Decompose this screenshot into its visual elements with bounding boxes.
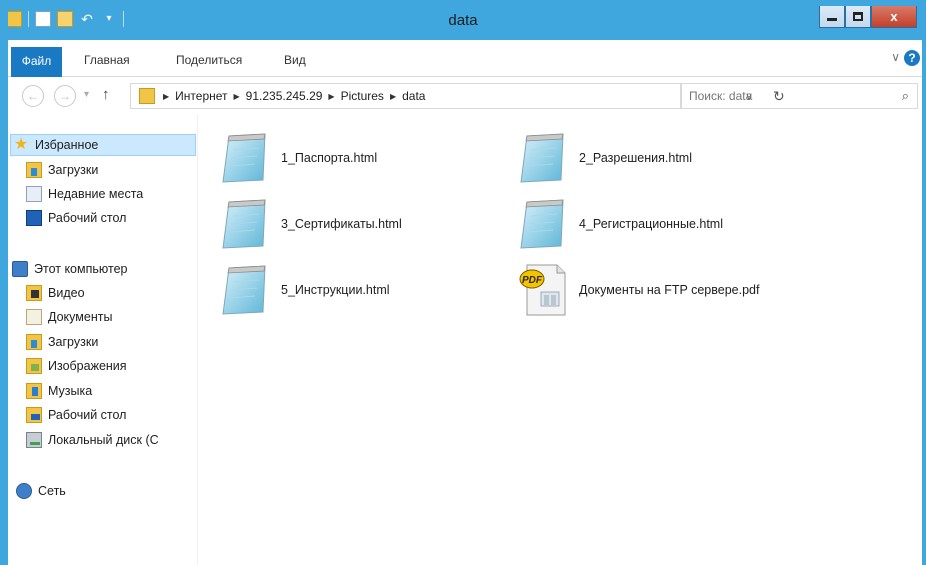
tab-share[interactable]: Поделиться (176, 50, 242, 70)
file-list: 1_Паспорта.html 2_Разрешения.html 3_Серт… (199, 114, 922, 565)
pdf-document-icon: PDF (519, 264, 566, 316)
nav-item-label: Загрузки (48, 163, 99, 177)
breadcrumb-arrow-icon[interactable]: ▶ (234, 89, 240, 104)
search-box[interactable]: ⌕ (680, 83, 918, 109)
file-name: 3_Сертификаты.html (281, 217, 402, 231)
star-icon: ★ (13, 136, 29, 153)
folder-icon (139, 88, 155, 104)
html-document-icon (222, 133, 266, 183)
maximize-button[interactable] (845, 6, 871, 28)
search-icon[interactable]: ⌕ (902, 88, 909, 104)
html-document-icon (222, 265, 266, 315)
downloads-folder-icon (26, 162, 42, 178)
html-document-icon (520, 133, 564, 183)
recent-places-icon (26, 186, 42, 202)
nav-item-label: Недавние места (48, 187, 144, 201)
navigation-pane: ★ Избранное Загрузки Недавние места Рабо… (8, 114, 198, 565)
nav-item-recent-places[interactable]: Недавние места (26, 183, 143, 205)
videos-folder-icon (26, 285, 42, 301)
desktop-icon (26, 210, 42, 226)
file-name: 1_Паспорта.html (281, 151, 378, 165)
search-input[interactable] (689, 89, 879, 103)
nav-item-label: Рабочий стол (48, 211, 127, 225)
nav-item-documents[interactable]: Документы (26, 306, 112, 328)
nav-item-label: Этот компьютер (34, 262, 128, 276)
minimize-button[interactable] (819, 6, 845, 28)
file-item[interactable]: 5_Инструкции.html (219, 262, 390, 318)
nav-item-network[interactable]: Сеть (16, 480, 66, 502)
breadcrumb-arrow-icon[interactable]: ▶ (390, 89, 396, 104)
help-icon[interactable]: ? (904, 50, 920, 66)
nav-item-label: Избранное (35, 138, 99, 152)
file-name: 4_Регистрационные.html (579, 217, 723, 231)
nav-item-favorites[interactable]: ★ Избранное (10, 134, 196, 156)
nav-item-downloads[interactable]: Загрузки (26, 159, 98, 181)
downloads-folder-icon (26, 334, 42, 350)
ribbon: Файл Главная Поделиться Вид ∨ ? (8, 40, 922, 77)
nav-item-desktop-pc[interactable]: Рабочий стол (26, 404, 126, 426)
file-name: 2_Разрешения.html (579, 151, 692, 165)
file-item[interactable]: 1_Паспорта.html (219, 130, 377, 186)
up-button[interactable]: ↑ (102, 86, 110, 103)
file-item[interactable]: 3_Сертификаты.html (219, 196, 402, 252)
nav-item-label: Документы (48, 310, 113, 324)
nav-item-desktop[interactable]: Рабочий стол (26, 207, 126, 229)
file-item[interactable]: PDF Документы на FTP сервере.pdf (517, 262, 759, 318)
nav-item-label: Изображения (48, 359, 127, 373)
breadcrumb-arrow-icon[interactable]: ▶ (328, 89, 334, 104)
nav-item-pictures[interactable]: Изображения (26, 355, 127, 377)
recent-locations-dropdown[interactable]: ▾ (84, 89, 89, 100)
html-document-icon (520, 199, 564, 249)
nav-item-label: Музыка (48, 384, 93, 398)
nav-item-label: Видео (48, 286, 85, 300)
nav-item-label: Рабочий стол (48, 408, 127, 422)
title-bar: ↶ ▾ data x (0, 0, 926, 40)
nav-item-videos[interactable]: Видео (26, 282, 85, 304)
expand-ribbon-chevron-icon[interactable]: ∨ (891, 50, 900, 64)
window-frame-right (922, 0, 926, 565)
address-bar[interactable]: ▶ Интернет ▶ 91.235.245.29 ▶ Pictures ▶ … (130, 83, 785, 109)
nav-item-label: Загрузки (48, 335, 99, 349)
disk-drive-icon (26, 432, 42, 448)
nav-item-local-disk[interactable]: Локальный диск (C (26, 429, 159, 451)
minimize-icon (827, 18, 837, 21)
close-button[interactable]: x (871, 6, 917, 28)
tab-home[interactable]: Главная (84, 50, 130, 70)
breadcrumb-arrow-icon[interactable]: ▶ (163, 89, 169, 104)
breadcrumb-item[interactable]: Pictures (341, 89, 384, 104)
computer-icon (12, 261, 28, 277)
nav-item-downloads-pc[interactable]: Загрузки (26, 331, 98, 353)
pdf-badge-label: PDF (522, 275, 543, 286)
file-item[interactable]: 2_Разрешения.html (517, 130, 692, 186)
forward-button[interactable]: → (54, 85, 76, 107)
file-name: Документы на FTP сервере.pdf (579, 283, 760, 297)
nav-item-label: Локальный диск (C (48, 433, 159, 447)
maximize-icon (853, 12, 863, 21)
breadcrumb-item[interactable]: 91.235.245.29 (246, 89, 323, 104)
navigation-bar: ← → ▾ ↑ ▶ Интернет ▶ 91.235.245.29 ▶ Pic… (8, 78, 922, 114)
tab-file[interactable]: Файл (11, 47, 62, 77)
back-button[interactable]: ← (22, 85, 44, 107)
file-name: 5_Инструкции.html (281, 283, 390, 297)
desktop-folder-icon (26, 407, 42, 423)
network-icon (16, 483, 32, 499)
tab-view[interactable]: Вид (284, 50, 306, 70)
pictures-folder-icon (26, 358, 42, 374)
nav-item-label: Сеть (38, 484, 66, 498)
nav-item-music[interactable]: Музыка (26, 380, 92, 402)
breadcrumb-item[interactable]: data (402, 89, 425, 104)
nav-item-this-pc[interactable]: Этот компьютер (12, 258, 127, 280)
html-document-icon (222, 199, 266, 249)
window-frame-left (0, 0, 8, 565)
music-folder-icon (26, 383, 42, 399)
file-item[interactable]: 4_Регистрационные.html (517, 196, 723, 252)
window-title: data (448, 12, 478, 29)
documents-folder-icon (26, 309, 42, 325)
breadcrumb-item[interactable]: Интернет (175, 89, 227, 104)
breadcrumb: ▶ Интернет ▶ 91.235.245.29 ▶ Pictures ▶ … (163, 89, 425, 104)
